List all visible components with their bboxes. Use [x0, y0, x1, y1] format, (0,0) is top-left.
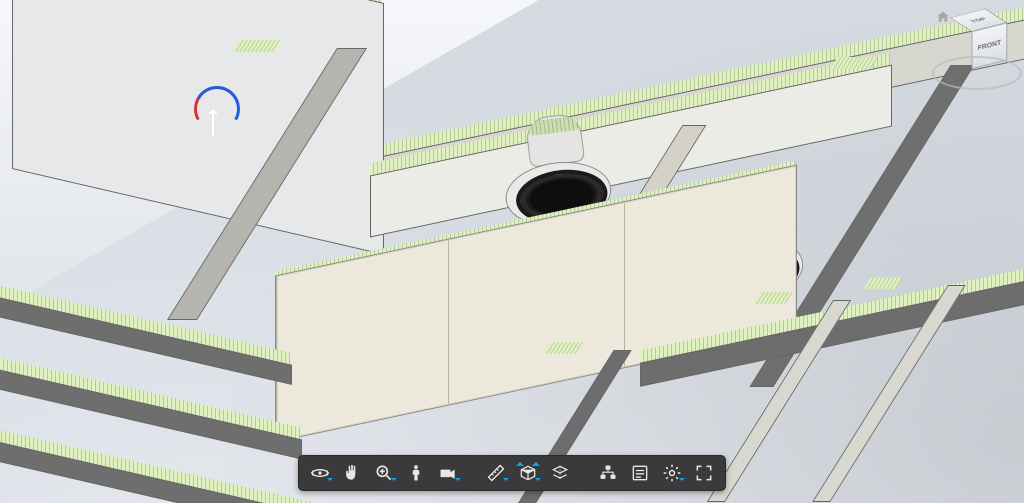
viewcube-compass-ring[interactable]	[932, 56, 1022, 90]
model-browser-button[interactable]	[593, 460, 623, 486]
up-arrow-icon	[516, 458, 524, 466]
partition-seam	[624, 202, 625, 367]
fullscreen-button[interactable]	[689, 460, 719, 486]
dropdown-caret-icon	[535, 478, 541, 484]
up-arrow-icon	[532, 458, 540, 466]
viewport-3d[interactable]: TOP FRONT RIGHT	[0, 0, 1024, 503]
zoom-button[interactable]	[369, 460, 399, 486]
settings-button[interactable]	[657, 460, 687, 486]
explode-button[interactable]	[545, 460, 575, 486]
dropdown-caret-icon	[455, 478, 461, 484]
properties-button[interactable]	[625, 460, 655, 486]
dropdown-caret-icon	[679, 478, 685, 484]
view-cube[interactable]: TOP FRONT RIGHT	[940, 12, 1010, 82]
section-button[interactable]	[513, 460, 543, 486]
wall-cap	[830, 57, 877, 69]
dropdown-caret-icon	[503, 478, 509, 484]
measure-button[interactable]	[481, 460, 511, 486]
wall-cap	[232, 40, 281, 52]
pan-button[interactable]	[337, 460, 367, 486]
camera-button[interactable]	[433, 460, 463, 486]
view-cube-body[interactable]: TOP FRONT RIGHT	[961, 15, 995, 60]
viewer-toolbar	[298, 455, 726, 491]
partition-seam	[448, 240, 449, 405]
dropdown-caret-icon	[327, 478, 333, 484]
first-person-button[interactable]	[401, 460, 431, 486]
orbit-button[interactable]	[305, 460, 335, 486]
dropdown-caret-icon	[391, 478, 397, 484]
